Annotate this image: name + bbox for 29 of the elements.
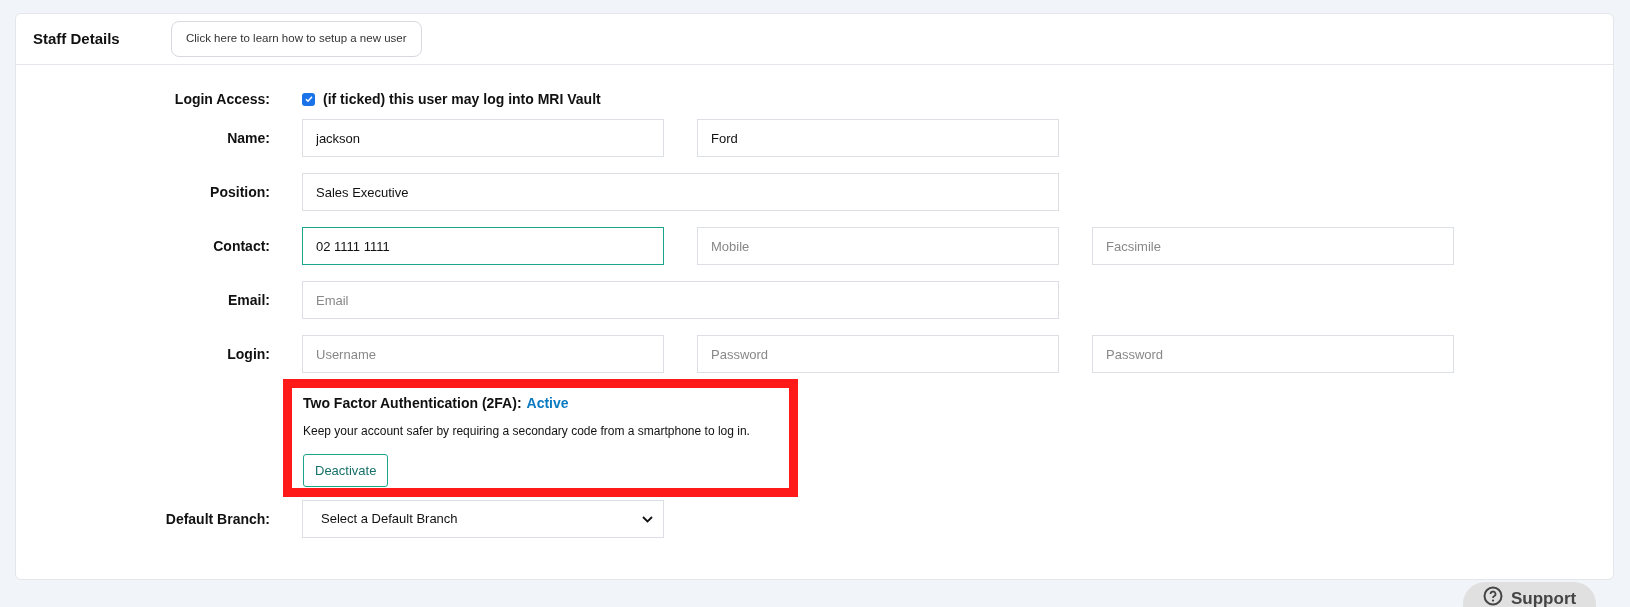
two-factor-title: Two Factor Authentication (2FA):: [303, 394, 522, 413]
chevron-down-icon: [642, 515, 653, 523]
input-field[interactable]: jackson: [302, 119, 664, 157]
input-field[interactable]: Ford: [697, 119, 1059, 157]
field-label: Default Branch:: [164, 509, 271, 529]
help-link-button[interactable]: Click here to learn how to setup a new user: [171, 21, 422, 57]
input-field[interactable]: Facsimile: [1092, 227, 1454, 265]
deactivate-button[interactable]: Deactivate: [303, 454, 389, 487]
field-label: Login Access:: [173, 89, 271, 109]
field-label: Email:: [227, 290, 271, 310]
field-label: Contact:: [212, 236, 271, 256]
login-access-checkbox[interactable]: [302, 92, 315, 106]
input-field[interactable]: Sales Executive: [302, 173, 1059, 211]
two-factor-description: Keep your account safer by requiring a secondary code from a smartphone to log in.: [303, 423, 750, 440]
field-label: Name:: [226, 128, 271, 148]
input-field[interactable]: Email: [302, 281, 1059, 319]
login-access-text: (if ticked) this user may log into MRI Vault: [323, 89, 601, 109]
input-field[interactable]: Password: [1092, 335, 1454, 373]
field-label: Position:: [209, 182, 271, 202]
panel-title: Staff Details: [33, 28, 121, 49]
support-button[interactable]: Support: [1463, 582, 1597, 607]
input-field[interactable]: Username: [302, 335, 664, 373]
input-field[interactable]: 02 1111 1111: [302, 227, 664, 265]
input-field[interactable]: Mobile: [697, 227, 1059, 265]
input-field[interactable]: Password: [697, 335, 1059, 373]
help-icon: [1483, 586, 1503, 606]
field-label: Login:: [226, 344, 271, 364]
default-branch-select[interactable]: Select a Default Branch: [302, 500, 664, 538]
two-factor-status: Active: [526, 394, 569, 413]
